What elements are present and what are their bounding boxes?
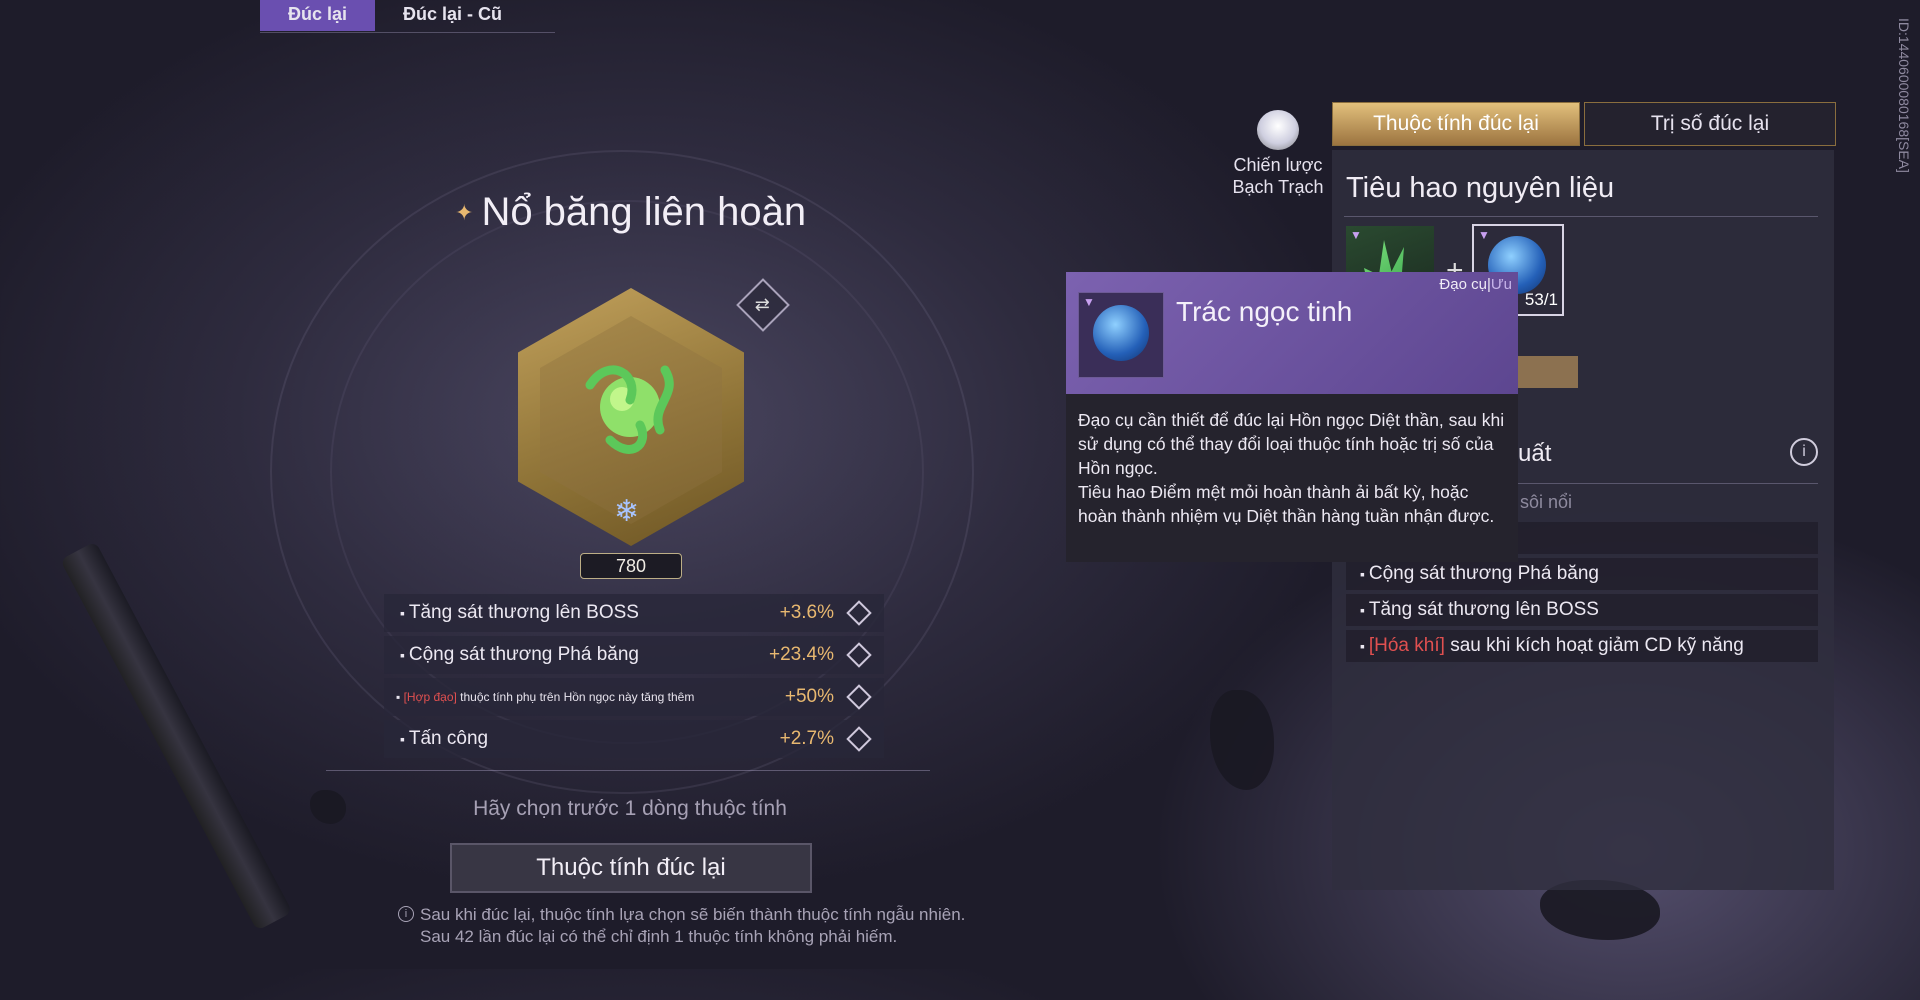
attribute-label: Tăng sát thương lên BOSS [1368,599,1599,620]
swap-arrows-icon: ⇄ [755,294,771,315]
lock-diamond-icon[interactable] [846,684,872,710]
stat-label: Tăng sát thương lên BOSS [384,602,780,624]
attribute-label: Cộng sát thương Phá băng [1368,563,1599,584]
reforge-note: i Sau khi đúc lại, thuộc tính lựa chọn s… [398,904,966,948]
item-tooltip: ▼ Trác ngọc tinh Đạo cụ|Ưu Đạo cụ cần th… [1066,272,1518,562]
stat-value: +2.7% [779,728,834,749]
material-count: 53/1 [1524,290,1558,309]
category-label: Đạo cụ [1439,276,1487,293]
tooltip-item-icon: ▼ [1078,292,1164,378]
stat-label: Tấn công [384,728,780,750]
tab-reforge-value[interactable]: Trị số đúc lại [1584,102,1836,146]
info-icon: i [398,906,414,922]
item-score: 780 [580,553,682,579]
lock-diamond-icon[interactable] [846,600,872,626]
section-title: uất [1518,440,1552,467]
strategy-button[interactable]: Chiến lược Bạch Trạch [1228,110,1328,198]
stat-label-text: thuộc tính phụ trên Hồn ngọc này tăng th… [460,689,695,704]
stat-value: +50% [784,686,834,707]
attribute-row: Cộng sát thương Phá băng [1346,558,1818,590]
top-tab-bar: Đúc lại Đúc lại - Cũ [260,0,555,33]
snowflake-icon: ❄ [614,495,640,528]
soul-gem-icon [585,365,674,454]
select-hint: Hãy chọn trước 1 dòng thuộc tính [473,797,787,820]
strategy-label-2: Bạch Trạch [1232,177,1324,197]
white-beast-icon [1257,110,1299,150]
category-sub: Ưu [1490,276,1512,293]
stat-label: ▪ [Hợp đạo] thuộc tính phụ trên Hồn ngọc… [396,689,695,704]
stat-row[interactable]: ▪ [Hợp đạo] thuộc tính phụ trên Hồn ngọc… [384,678,884,716]
muted-text: sôi nổi [1520,492,1573,512]
stat-list: Tăng sát thương lên BOSS +3.6% Cộng sát … [384,594,884,762]
tooltip-header: ▼ Trác ngọc tinh Đạo cụ|Ưu [1066,272,1518,394]
item-title: Nổ băng liên hoàn [481,190,807,234]
stat-label: Cộng sát thương Phá băng [384,644,769,666]
tooltip-category: Đạo cụ|Ưu [1439,276,1512,293]
sword-silhouette [60,541,293,931]
tooltip-description: Tiêu hao Điểm mệt mỏi hoàn thành ải bất … [1078,482,1495,526]
divider [326,770,930,771]
tab-reforge-old[interactable]: Đúc lại - Cũ [375,0,530,31]
rarity-icon: ▼ [1083,295,1095,309]
player-id: ID:1440600080168[SEA] [1896,18,1912,173]
tooltip-item-name: Trác ngọc tinh [1176,296,1353,327]
tab-reforge-attribute[interactable]: Thuộc tính đúc lại [1332,102,1580,146]
rarity-icon: ▼ [1350,228,1362,242]
right-tab-bar: Thuộc tính đúc lại Trị số đúc lại [1332,102,1836,146]
blue-orb-icon [1093,305,1149,361]
divider [1344,216,1818,217]
info-icon[interactable]: i [1790,438,1818,466]
attribute-row: [Hóa khí] sau khi kích hoạt giảm CD kỹ n… [1346,630,1818,662]
stat-row[interactable]: Cộng sát thương Phá băng +23.4% [384,636,884,674]
stat-tag: [Hợp đạo] [403,689,457,704]
stat-value: +3.6% [779,602,834,623]
attribute-tag: [Hóa khí] [1368,635,1445,656]
lock-diamond-icon[interactable] [846,726,872,752]
stat-value: +23.4% [769,644,834,665]
attribute-label: sau khi kích hoạt giảm CD kỹ năng [1450,635,1744,656]
reforge-attribute-button[interactable]: Thuộc tính đúc lại [450,843,812,893]
stat-row[interactable]: Tăng sát thương lên BOSS +3.6% [384,594,884,632]
stat-row[interactable]: Tấn công +2.7% [384,720,884,758]
attribute-row: Tăng sát thương lên BOSS [1346,594,1818,626]
rarity-icon: ▼ [1478,228,1490,242]
tooltip-body: Đạo cụ cần thiết để đúc lại Hồn ngọc Diệ… [1066,394,1518,562]
lock-diamond-icon[interactable] [846,642,872,668]
strategy-label-1: Chiến lược [1233,155,1323,175]
item-title-wrap: ✦ Nổ băng liên hoàn [455,190,806,235]
note-line: Sau khi đúc lại, thuộc tính lựa chọn sẽ … [420,905,966,924]
note-line: Sau 42 lần đúc lại có thể chỉ định 1 thu… [420,927,898,946]
panel-title: Tiêu hao nguyên liệu [1346,172,1615,204]
sparkle-icon: ✦ [455,199,474,225]
tab-reforge[interactable]: Đúc lại [260,0,376,31]
tooltip-description: Đạo cụ cần thiết để đúc lại Hồn ngọc Diệ… [1078,410,1505,478]
